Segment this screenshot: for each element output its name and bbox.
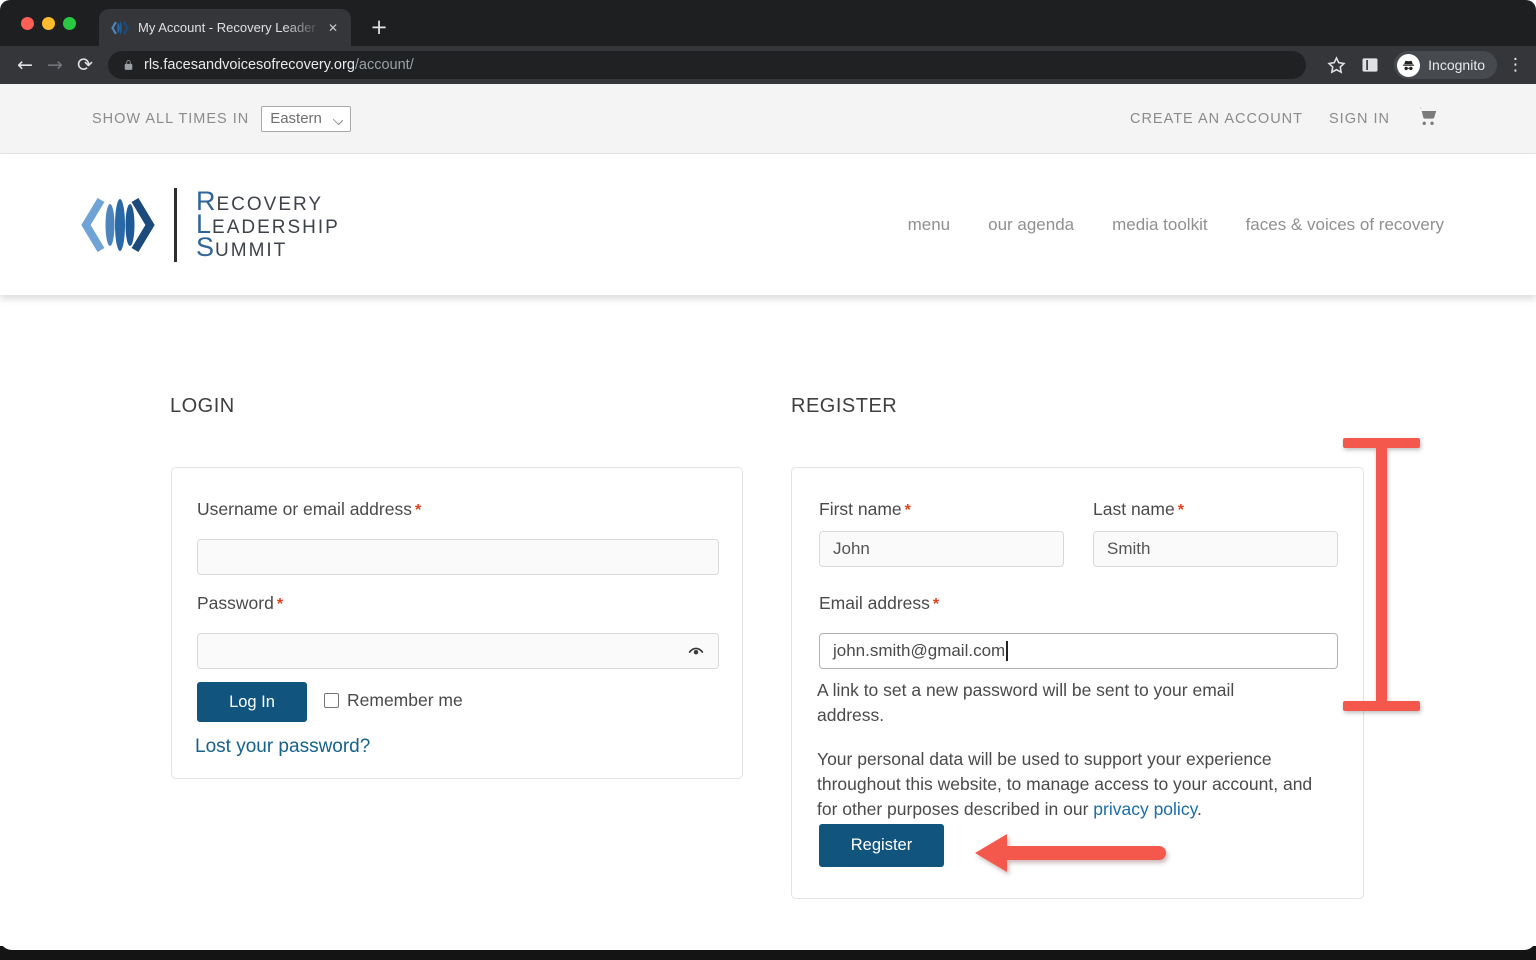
lock-icon [122,58,135,73]
privacy-text-end: . [1197,799,1202,819]
register-heading: REGISTER [791,395,897,418]
utility-bar: SHOW ALL TIMES IN Eastern CREATE AN ACCO… [0,84,1536,154]
password-label: Password* [197,593,283,614]
nav-item-menu[interactable]: menu [908,215,951,235]
url-path: /account/ [355,57,414,73]
tab-close-icon[interactable]: ✕ [325,19,341,37]
logo-rest: EADERSHIP [212,216,340,239]
ibeam-bottom-bar [1343,701,1420,711]
window-zoom-button[interactable] [63,17,76,30]
tab-strip: My Account - Recovery Leader ✕ + [0,0,1536,46]
browser-tab[interactable]: My Account - Recovery Leader ✕ [99,9,351,46]
annotation-arrow-icon [973,830,1168,876]
incognito-label: Incognito [1428,57,1485,73]
name-fields-row: First name* Last name* [819,499,1338,567]
back-icon[interactable]: ← [10,50,40,80]
site-logo[interactable]: RECOVERY LEADERSHIP SUMMIT [80,188,340,262]
first-name-label: First name [819,499,902,519]
forward-icon: → [40,50,70,80]
incognito-icon [1397,54,1420,77]
show-password-eye-icon[interactable] [686,642,706,665]
sign-in-link[interactable]: SIGN IN [1329,111,1390,127]
lost-password-link[interactable]: Lost your password? [195,736,370,758]
bookmark-star-icon[interactable] [1322,51,1350,79]
password-note: A link to set a new password will be sen… [817,678,1287,728]
browser-menu-icon[interactable]: ⋮ [1507,55,1524,75]
address-bar[interactable]: rls.facesandvoicesofrecovery.org/account… [108,51,1306,79]
password-input[interactable] [197,633,719,669]
create-account-link[interactable]: CREATE AN ACCOUNT [1130,111,1303,127]
remember-me-checkbox[interactable] [324,693,339,708]
required-asterisk: * [277,596,283,613]
browser-toolbar: ← → ⟳ rls.facesandvoicesofrecovery.org/a… [0,46,1536,84]
times-label: SHOW ALL TIMES IN [92,111,249,127]
logo-rest: ECOVERY [217,193,324,216]
browser-window: My Account - Recovery Leader ✕ + ← → ⟳ r… [0,0,1536,950]
email-value: john.smith@gmail.com [833,641,1005,661]
logo-divider [174,188,177,262]
required-asterisk: * [1178,502,1184,519]
cart-icon[interactable] [1416,105,1438,132]
register-button[interactable]: Register [819,824,944,867]
logo-rest: UMMIT [215,239,287,262]
timezone-select-wrap: Eastern [249,106,351,132]
username-input[interactable] [197,539,719,575]
side-panel-icon[interactable] [1356,51,1384,79]
site-header: RECOVERY LEADERSHIP SUMMIT menu our agen… [0,154,1536,295]
logo-initial: S [196,236,215,259]
logo-wordmark: RECOVERY LEADERSHIP SUMMIT [196,190,340,259]
last-name-field: Last name* [1093,499,1338,567]
logo-line: SUMMIT [196,236,340,259]
timezone-control: SHOW ALL TIMES IN Eastern [92,106,351,132]
username-label: Username or email address* [197,499,421,520]
window-minimize-button[interactable] [42,17,55,30]
privacy-policy-link[interactable]: privacy policy [1093,799,1197,819]
remember-me-label: Remember me [347,690,463,711]
nav-item-media-toolkit[interactable]: media toolkit [1112,215,1207,235]
login-heading: LOGIN [170,395,235,418]
email-label: Email address* [819,593,939,614]
email-input[interactable]: john.smith@gmail.com [819,633,1338,669]
refresh-icon[interactable]: ⟳ [70,50,100,80]
required-asterisk: * [905,502,911,519]
nav-item-our-agenda[interactable]: our agenda [988,215,1074,235]
annotation-ibeam-icon [1343,438,1420,711]
main-navigation: menu our agenda media toolkit faces & vo… [908,215,1444,235]
timezone-select[interactable]: Eastern [261,106,351,132]
ibeam-stem [1376,442,1387,707]
logo-mark-icon [80,194,156,256]
page-content: LOGIN Username or email address* Passwor… [0,295,1536,949]
login-card: Username or email address* Password* Log… [171,467,743,779]
window-close-button[interactable] [21,17,34,30]
site-favicon-icon [111,20,129,36]
password-field-wrap [197,633,719,669]
required-asterisk: * [933,596,939,613]
first-name-input[interactable] [819,531,1064,567]
logo-line: LEADERSHIP [196,213,340,236]
last-name-label: Last name [1093,499,1175,519]
remember-me-row: Remember me [324,690,463,711]
nav-item-faces-voices[interactable]: faces & voices of recovery [1246,215,1444,235]
logo-line: RECOVERY [196,190,340,213]
last-name-input[interactable] [1093,531,1338,567]
first-name-field: First name* [819,499,1064,567]
log-in-button[interactable]: Log In [197,682,307,722]
required-asterisk: * [415,502,421,519]
new-tab-button[interactable]: + [364,12,394,42]
incognito-badge: Incognito [1394,51,1497,79]
privacy-text: Your personal data will be used to suppo… [817,749,1312,819]
privacy-paragraph: Your personal data will be used to suppo… [817,747,1329,822]
tab-title: My Account - Recovery Leader [138,20,325,35]
text-caret [1006,641,1008,661]
account-links: CREATE AN ACCOUNT SIGN IN [1130,105,1438,132]
url-domain: rls.facesandvoicesofrecovery.org [144,57,355,73]
